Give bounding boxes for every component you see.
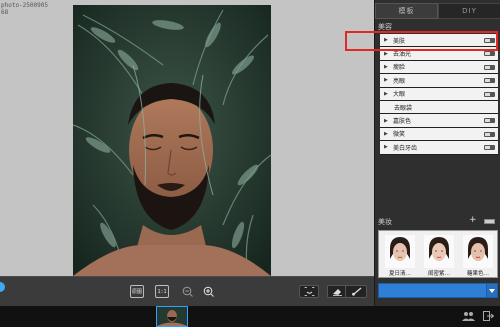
toggle-switch[interactable] <box>484 131 495 137</box>
thumbnail-image <box>157 307 187 326</box>
tab-diy[interactable]: DIY <box>438 3 500 19</box>
original-size-label: 原图 <box>131 289 142 295</box>
tab-template[interactable]: 模板 <box>375 3 438 19</box>
brush-icon <box>351 287 361 296</box>
zoom-out-icon <box>182 286 193 297</box>
beauty-item-label: 美白牙齿 <box>393 144 418 152</box>
expand-arrow-icon[interactable]: ▶ <box>384 131 390 137</box>
canvas-area: photo-2500905 68 <box>0 0 374 276</box>
makeup-preset-3[interactable] <box>463 235 493 268</box>
photo-canvas[interactable] <box>73 5 271 276</box>
filmstrip-thumbnail[interactable] <box>156 306 188 327</box>
export-icon[interactable] <box>483 311 494 321</box>
file-info-line2: 68 <box>1 9 9 16</box>
face-thumbnail <box>424 235 454 268</box>
highlight-box <box>345 31 498 51</box>
expand-arrow-icon[interactable]: ▶ <box>384 118 390 124</box>
expand-arrow-icon[interactable]: ▶ <box>384 64 390 70</box>
filmstrip-actions <box>462 311 494 321</box>
beauty-item[interactable]: 去眼袋 <box>380 100 498 115</box>
toggle-switch[interactable] <box>484 145 495 151</box>
chevron-down-icon <box>489 288 495 293</box>
file-info-line1: photo-2500905 <box>1 2 48 9</box>
face-smile-icon <box>304 287 314 296</box>
zoom-in-icon <box>203 286 214 297</box>
face-thumbnail <box>463 235 493 268</box>
makeup-dropdown[interactable] <box>378 283 498 298</box>
dropdown-arrow[interactable] <box>486 284 497 297</box>
beauty-item-label: 微笑 <box>393 131 406 139</box>
beauty-item[interactable]: ▶ 大眼 <box>380 87 498 101</box>
portrait-photo <box>73 5 271 276</box>
makeup-toggle[interactable] <box>484 219 495 224</box>
zoom-out-button[interactable] <box>180 285 194 298</box>
beauty-item[interactable]: ▶ 微笑 <box>380 127 498 142</box>
beauty-item-label: 嘉肤色 <box>393 118 412 126</box>
expand-arrow-icon[interactable]: ▶ <box>384 91 390 97</box>
expand-arrow-icon[interactable]: ▶ <box>384 51 390 57</box>
makeup-section-title: 美妆 <box>378 218 392 226</box>
fit-one-to-one-button[interactable]: 1:1 <box>155 285 169 298</box>
beauty-item[interactable]: ▶ 美白牙齿 <box>380 141 498 155</box>
makeup-preset-1-label: 夏日清… <box>388 271 411 277</box>
expand-arrow-icon[interactable]: ▶ <box>384 144 390 150</box>
beauty-list: ▶ 美肤 ▶ 去油光 ▶ 瘦脸 ▶ 亮眼 ▶ 大眼 去眼袋 ▶ 嘉肤色 ▶ 微笑 ▶ 美白牙齿 <box>380 34 498 155</box>
toggle-switch[interactable] <box>484 91 495 97</box>
face-detect-button[interactable] <box>299 285 319 298</box>
panel-tabs: 模板 DIY <box>375 3 500 19</box>
face-thumbnail <box>385 235 415 268</box>
photo-editor-window: photo-2500905 68 原图 1:1 模板 DIY 美容 ▶ 美肤 ▶… <box>0 0 500 327</box>
expand-arrow-icon[interactable]: ▶ <box>384 77 390 83</box>
brush-button[interactable] <box>345 285 367 298</box>
toggle-switch[interactable] <box>484 64 495 70</box>
people-icon[interactable] <box>462 311 475 321</box>
zoom-in-button[interactable] <box>201 285 215 298</box>
beauty-item-label: 亮眼 <box>393 77 406 85</box>
file-info: photo-2500905 68 <box>1 2 48 16</box>
canvas-toolbar: 原图 1:1 <box>0 276 374 306</box>
beauty-item-label: 大眼 <box>393 91 406 99</box>
eraser-icon <box>332 289 342 296</box>
fit-one-to-one-label: 1:1 <box>157 288 167 295</box>
beauty-item[interactable]: ▶ 亮眼 <box>380 74 498 88</box>
makeup-presets: 夏日清… 闺密紫… 糖果色… <box>378 230 498 278</box>
toggle-switch[interactable] <box>484 78 495 84</box>
makeup-preset-3-label: 糖果色… <box>466 271 489 277</box>
makeup-preset-2-label: 闺密紫… <box>427 271 450 277</box>
filmstrip <box>0 306 500 327</box>
eraser-button[interactable] <box>327 285 347 298</box>
add-makeup-button[interactable]: + <box>469 216 477 225</box>
beauty-item-label: 瘦脸 <box>393 64 406 72</box>
toggle-switch[interactable] <box>484 51 495 57</box>
beauty-item-label: 去眼袋 <box>394 104 413 112</box>
makeup-preset-2[interactable] <box>424 235 454 268</box>
makeup-preset-1[interactable] <box>385 235 415 268</box>
original-size-button[interactable]: 原图 <box>130 285 144 298</box>
toggle-switch[interactable] <box>484 118 495 124</box>
beauty-item[interactable]: ▶ 瘦脸 <box>380 60 498 75</box>
beauty-item[interactable]: ▶ 嘉肤色 <box>380 114 498 128</box>
